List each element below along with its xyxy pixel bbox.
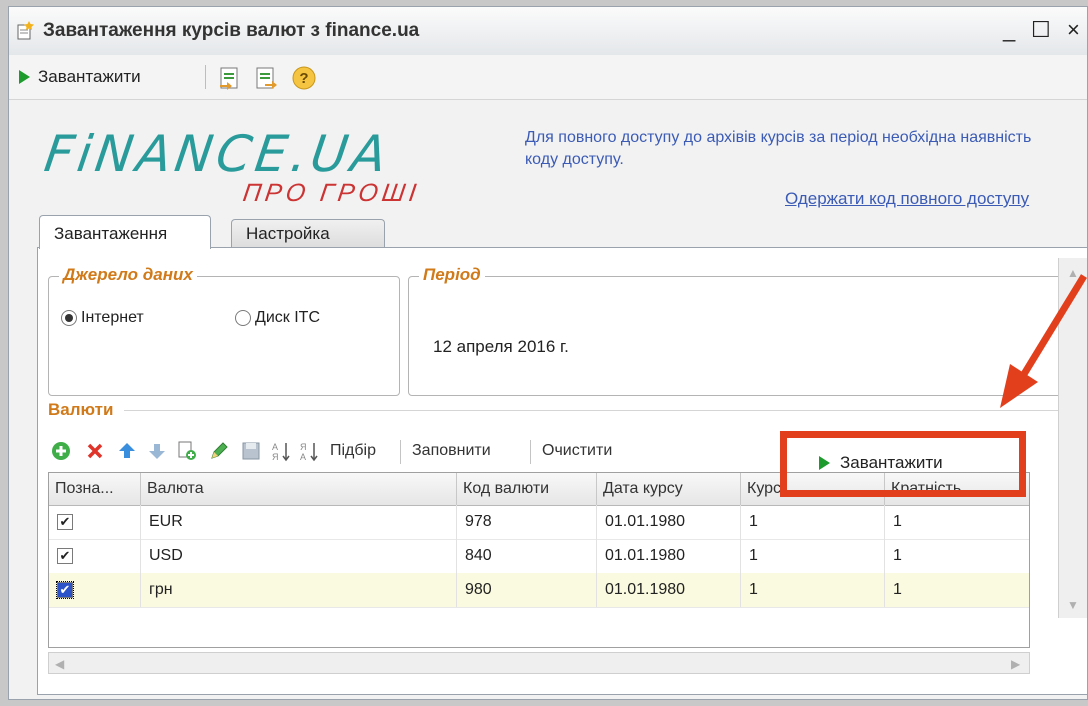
tab-settings[interactable]: Настройка <box>231 219 385 249</box>
period-group: Період 12 апреля 2016 г. <box>408 265 1087 396</box>
toolbar-separator <box>205 65 206 89</box>
svg-text:?: ? <box>299 70 308 87</box>
period-value[interactable]: 12 апреля 2016 г. <box>433 337 569 357</box>
play-icon <box>19 70 30 84</box>
multiplicity-cell[interactable]: 1 <box>885 573 1029 607</box>
mark-cell[interactable]: ✔ <box>49 573 141 607</box>
access-info-text: Для повного доступу до архівів курсів за… <box>525 129 1032 168</box>
radio-selected-icon <box>61 310 77 326</box>
scroll-left-icon[interactable]: ◀ <box>55 657 64 671</box>
pick-button[interactable]: Підбір <box>330 442 376 460</box>
date-cell[interactable]: 01.01.1980 <box>597 539 741 573</box>
checkbox[interactable]: ✔ <box>57 548 73 564</box>
window-title: Завантаження курсів валют з finance.ua <box>43 20 420 41</box>
currency-cell[interactable]: EUR <box>141 505 457 539</box>
save-icon[interactable] <box>240 440 262 462</box>
horizontal-scrollbar[interactable]: ◀ ▶ <box>48 652 1030 674</box>
column-header-date[interactable]: Дата курсу <box>597 473 741 505</box>
date-cell[interactable]: 01.01.1980 <box>597 505 741 539</box>
data-source-group: Джерело даних Інтернет Диск ІТС <box>48 265 400 396</box>
load-button-label: Завантажити <box>38 67 141 86</box>
help-icon[interactable]: ? <box>291 65 317 91</box>
load-currencies-button[interactable]: Завантажити <box>819 453 943 473</box>
move-up-icon[interactable] <box>116 440 138 462</box>
currencies-table: Позна... Валюта Код валюти Дата курсу Ку… <box>48 472 1030 648</box>
scroll-right-icon[interactable]: ▶ <box>1011 657 1020 671</box>
column-header-mark[interactable]: Позна... <box>49 473 141 505</box>
main-toolbar: Завантажити ? <box>9 55 1087 100</box>
multiplicity-cell[interactable]: 1 <box>885 505 1029 539</box>
svg-text:Я: Я <box>300 442 307 452</box>
column-header-code[interactable]: Код валюти <box>457 473 597 505</box>
play-icon <box>819 456 830 470</box>
code-cell[interactable]: 978 <box>457 505 597 539</box>
add-icon[interactable] <box>50 440 72 462</box>
copy-icon[interactable] <box>176 440 198 462</box>
section-divider <box>124 410 1064 411</box>
pointer-arrow-icon <box>1000 274 1087 408</box>
data-source-title: Джерело даних <box>59 265 197 285</box>
radio-unselected-icon <box>235 310 251 326</box>
code-cell[interactable]: 840 <box>457 539 597 573</box>
currency-cell[interactable]: USD <box>141 539 457 573</box>
toolbar-separator <box>400 440 401 464</box>
close-button[interactable]: × <box>1067 17 1080 43</box>
finance-logo: FiNANCE.UA <box>40 125 394 183</box>
load-button[interactable]: Завантажити <box>19 67 141 87</box>
main-window: Завантаження курсів валют з finance.ua _… <box>8 6 1088 700</box>
sort-ascending-icon[interactable]: A Я <box>270 440 292 462</box>
rate-cell[interactable]: 1 <box>741 505 885 539</box>
code-cell[interactable]: 980 <box>457 573 597 607</box>
scroll-down-icon[interactable]: ▼ <box>1067 598 1079 612</box>
mark-cell[interactable]: ✔ <box>49 505 141 539</box>
radio-internet-label: Інтернет <box>81 309 144 326</box>
svg-text:A: A <box>272 442 278 452</box>
import-icon[interactable] <box>217 65 243 91</box>
get-access-code-link[interactable]: Одержати код повного доступу <box>785 189 1029 209</box>
svg-text:A: A <box>300 452 306 462</box>
radio-disk-its[interactable]: Диск ІТС <box>235 309 320 327</box>
currencies-title: Валюти <box>48 400 114 419</box>
date-cell[interactable]: 01.01.1980 <box>597 573 741 607</box>
column-header-currency[interactable]: Валюта <box>141 473 457 505</box>
rate-cell[interactable]: 1 <box>741 539 885 573</box>
toolbar-separator <box>530 440 531 464</box>
radio-internet[interactable]: Інтернет <box>61 309 144 327</box>
multiplicity-cell[interactable]: 1 <box>885 539 1029 573</box>
edit-icon[interactable] <box>208 440 230 462</box>
checkbox[interactable]: ✔ <box>56 581 74 599</box>
fill-button[interactable]: Заповнити <box>412 442 491 460</box>
radio-disk-its-label: Диск ІТС <box>255 309 320 326</box>
finance-logo-slogan: ПРО ГРОШІ <box>241 179 422 207</box>
table-row[interactable]: ✔ USD 840 01.01.1980 1 1 <box>49 539 1029 574</box>
mark-cell[interactable]: ✔ <box>49 539 141 573</box>
title-bar: Завантаження курсів валют з finance.ua _… <box>9 7 1087 56</box>
move-down-icon[interactable] <box>146 440 168 462</box>
clear-button[interactable]: Очистити <box>542 442 612 460</box>
period-title: Період <box>419 265 485 285</box>
delete-icon[interactable] <box>84 440 106 462</box>
currency-cell[interactable]: грн <box>141 573 457 607</box>
table-row[interactable]: ✔ EUR 978 01.01.1980 1 1 <box>49 505 1029 540</box>
table-row[interactable]: ✔ грн 980 01.01.1980 1 1 <box>49 573 1029 608</box>
minimize-button[interactable]: _ <box>1003 17 1015 43</box>
maximize-button[interactable]: ☐ <box>1031 17 1051 43</box>
tab-loading[interactable]: Завантаження <box>39 215 211 249</box>
load-currencies-label: Завантажити <box>840 453 943 472</box>
checkbox[interactable]: ✔ <box>57 514 73 530</box>
export-icon[interactable] <box>253 65 279 91</box>
document-star-icon <box>17 21 34 40</box>
rate-cell[interactable]: 1 <box>741 573 885 607</box>
svg-text:Я: Я <box>272 452 279 462</box>
sort-descending-icon[interactable]: Я A <box>298 440 320 462</box>
